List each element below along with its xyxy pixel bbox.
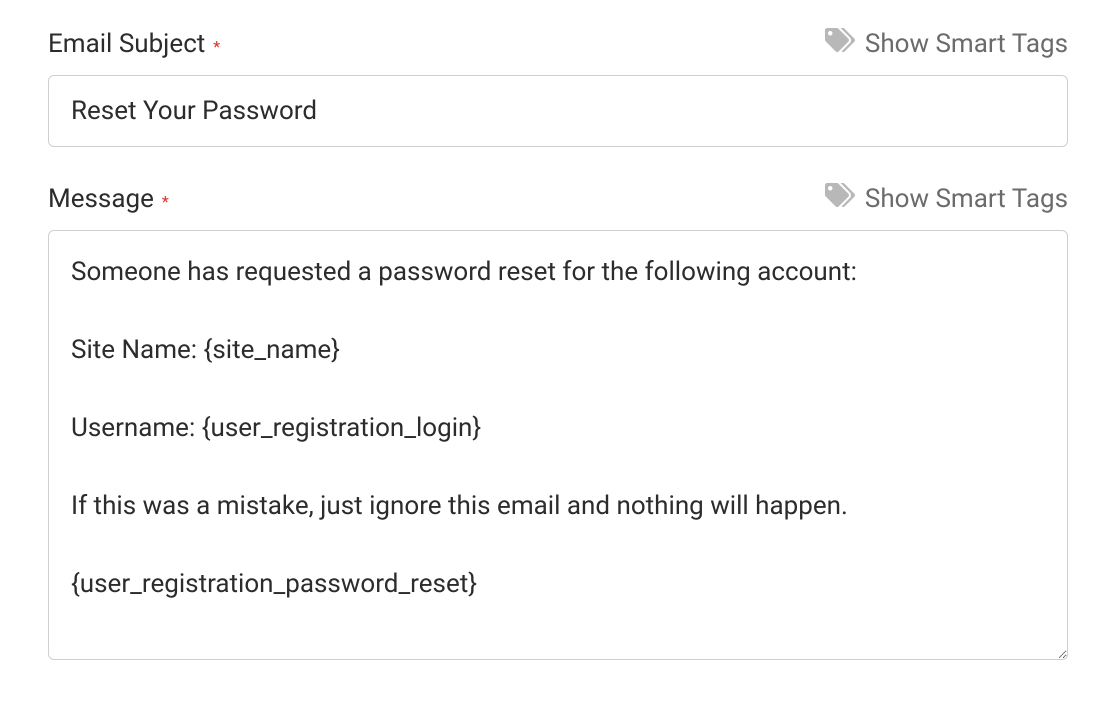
show-smart-tags-label: Show Smart Tags: [865, 184, 1068, 214]
required-asterisk: *: [213, 37, 220, 56]
message-label-wrapper: Message *: [48, 184, 169, 214]
email-subject-label-row: Email Subject * Show Smart Tags: [48, 28, 1068, 59]
show-smart-tags-button[interactable]: Show Smart Tags: [825, 183, 1068, 214]
email-subject-input[interactable]: [48, 75, 1068, 147]
message-label-row: Message * Show Smart Tags: [48, 183, 1068, 214]
email-subject-label-wrapper: Email Subject *: [48, 29, 220, 59]
tags-icon: [825, 28, 855, 59]
message-input[interactable]: Someone has requested a password reset f…: [48, 230, 1068, 660]
message-label: Message: [48, 184, 154, 214]
show-smart-tags-label: Show Smart Tags: [865, 29, 1068, 59]
message-field: Message * Show Smart Tags Someone has re…: [48, 183, 1068, 664]
email-subject-field: Email Subject * Show Smart Tags: [48, 28, 1068, 147]
required-asterisk: *: [162, 192, 169, 211]
email-subject-label: Email Subject: [48, 29, 205, 59]
show-smart-tags-button[interactable]: Show Smart Tags: [825, 28, 1068, 59]
tags-icon: [825, 183, 855, 214]
